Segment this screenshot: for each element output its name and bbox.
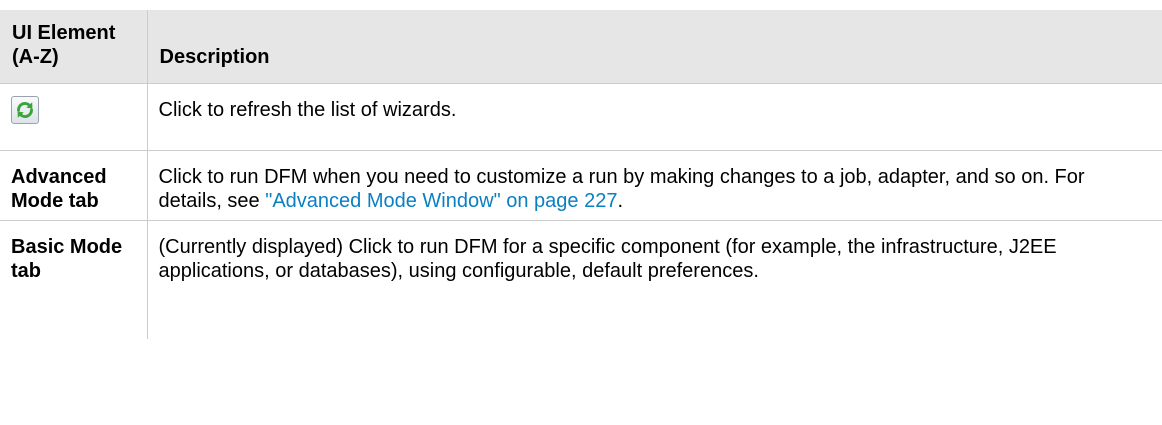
ui-elements-table: UI Element (A-Z) Description Click to re…: [0, 10, 1162, 339]
table-row: Basic Mode tab (Currently displayed) Cli…: [0, 220, 1162, 339]
table-header-row: UI Element (A-Z) Description: [0, 10, 1162, 84]
table-row: Advanced Mode tab Click to run DFM when …: [0, 150, 1162, 221]
ui-element-cell: Advanced Mode tab: [0, 150, 148, 221]
table-row: Click to refresh the list of wizards.: [0, 83, 1162, 151]
ui-element-cell: [0, 83, 148, 151]
column-header-description: Description: [146, 10, 1162, 84]
ui-element-cell: Basic Mode tab: [0, 220, 148, 339]
description-text-end: .: [617, 190, 624, 212]
description-cell: (Currently displayed) Click to run DFM f…: [146, 220, 1162, 339]
refresh-icon[interactable]: [11, 96, 39, 124]
description-cell: Click to run DFM when you need to custom…: [146, 150, 1162, 221]
refresh-arrows-graphic: [16, 102, 34, 118]
description-cell: Click to refresh the list of wizards.: [146, 83, 1162, 151]
advanced-mode-window-link[interactable]: "Advanced Mode Window" on page 227: [265, 190, 617, 212]
column-header-ui-element: UI Element (A-Z): [0, 10, 148, 84]
